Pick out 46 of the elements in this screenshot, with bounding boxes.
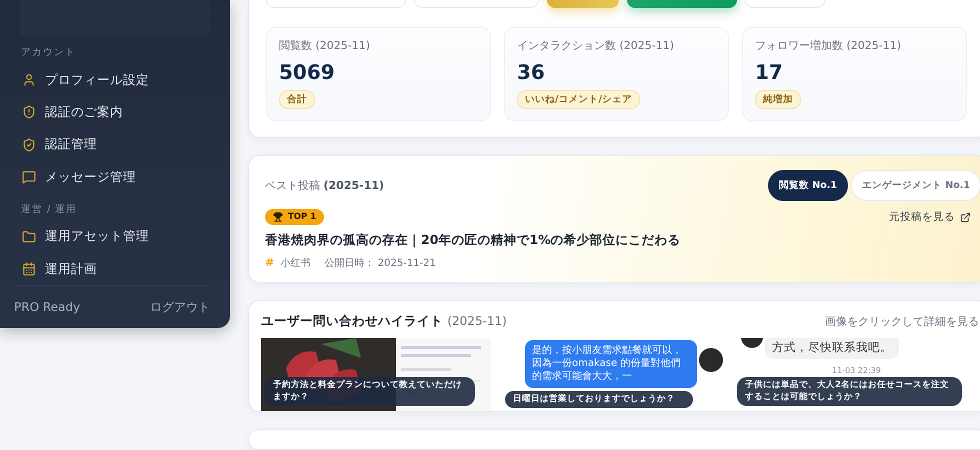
shield-check-icon	[22, 138, 36, 152]
question-tooltip: 日曜日は営業しておりますでしょうか？	[505, 390, 693, 408]
chat-bubble: 方式，尽快联系我吧。	[765, 338, 899, 359]
inquiry-thumbnail[interactable]: 是的，按小朋友需求點餐就可以，因為一份omakase 的份量對他們的需求可能會大大，一 日曜日は営業しておりますでしょうか？	[503, 338, 725, 411]
sidebar-item[interactable]: メッセージ管理	[18, 161, 210, 194]
stat-tag: 合計	[279, 90, 315, 109]
ranking-tab[interactable]: エンゲージメント No.1	[850, 170, 980, 201]
stat-tag: いいね/コメント/シェア	[517, 90, 640, 109]
folder-icon	[22, 230, 36, 244]
message-time: 11-03 22:39	[832, 366, 881, 375]
avatar	[699, 348, 723, 372]
logout-link[interactable]: ログアウト	[150, 298, 210, 316]
stat-tag: 純増加	[755, 90, 801, 109]
section-title: ユーザー問い合わせハイライト (2025-11)	[261, 313, 507, 330]
ranking-tab[interactable]: 閲覧数 No.1	[768, 170, 848, 201]
section-label: 運営 / 運用	[21, 202, 78, 217]
sidebar-item[interactable]: 認証管理	[18, 128, 210, 162]
stat-label: インタラクション数 (2025-11)	[517, 38, 674, 53]
user-icon	[22, 73, 36, 87]
stat-value: 17	[755, 60, 783, 84]
chat-bubble: 是的，按小朋友需求點餐就可以，因為一份omakase 的份量對他們的需求可能會大大，一	[525, 340, 697, 388]
sidebar-item[interactable]: 認証のご案内	[18, 96, 210, 129]
sidebar-item[interactable]: 運用計画	[18, 252, 210, 286]
sidebar-item[interactable]: プロフィール設定	[18, 64, 210, 96]
trophy-icon	[273, 212, 283, 222]
hint-text: 画像をクリックして詳細を見る	[825, 314, 979, 329]
stat-value: 36	[517, 60, 545, 84]
shield-alert-icon	[22, 105, 36, 120]
sidebar-item[interactable]: 運用アセット管理	[18, 220, 210, 253]
question-tooltip: 予約方法と料金プランについて教えていただけますか？	[265, 377, 475, 406]
stat-value: 5069	[279, 60, 335, 84]
calendar-icon	[22, 262, 36, 276]
original-post-link[interactable]: 元投稿を見る	[889, 210, 971, 224]
stat-label: フォロワー増加数 (2025-11)	[755, 38, 902, 53]
chat-icon	[22, 170, 36, 184]
section-title: ベスト投稿 (2025-11)	[265, 178, 384, 193]
inquiry-thumbnail[interactable]: 予約方法と料金プランについて教えていただけますか？	[261, 338, 491, 411]
publish-date: 公開日時： 2025-11-21	[324, 256, 436, 270]
external-link-icon	[960, 212, 971, 222]
plan-label: PRO Ready	[14, 300, 80, 314]
section-label: アカウント	[21, 46, 77, 60]
platform-label: # 小红书	[265, 256, 311, 270]
post-title: 香港焼肉界の孤高の存在｜20年の匠の精神で1%の希少部位にこだわる	[265, 232, 682, 249]
stat-label: 閲覧数 (2025-11)	[279, 38, 370, 53]
rank-label: TOP 1	[288, 212, 316, 222]
question-tooltip: 子供には単品で、大人2名にはお任せコースを注文することは可能でしょうか？	[737, 377, 962, 406]
